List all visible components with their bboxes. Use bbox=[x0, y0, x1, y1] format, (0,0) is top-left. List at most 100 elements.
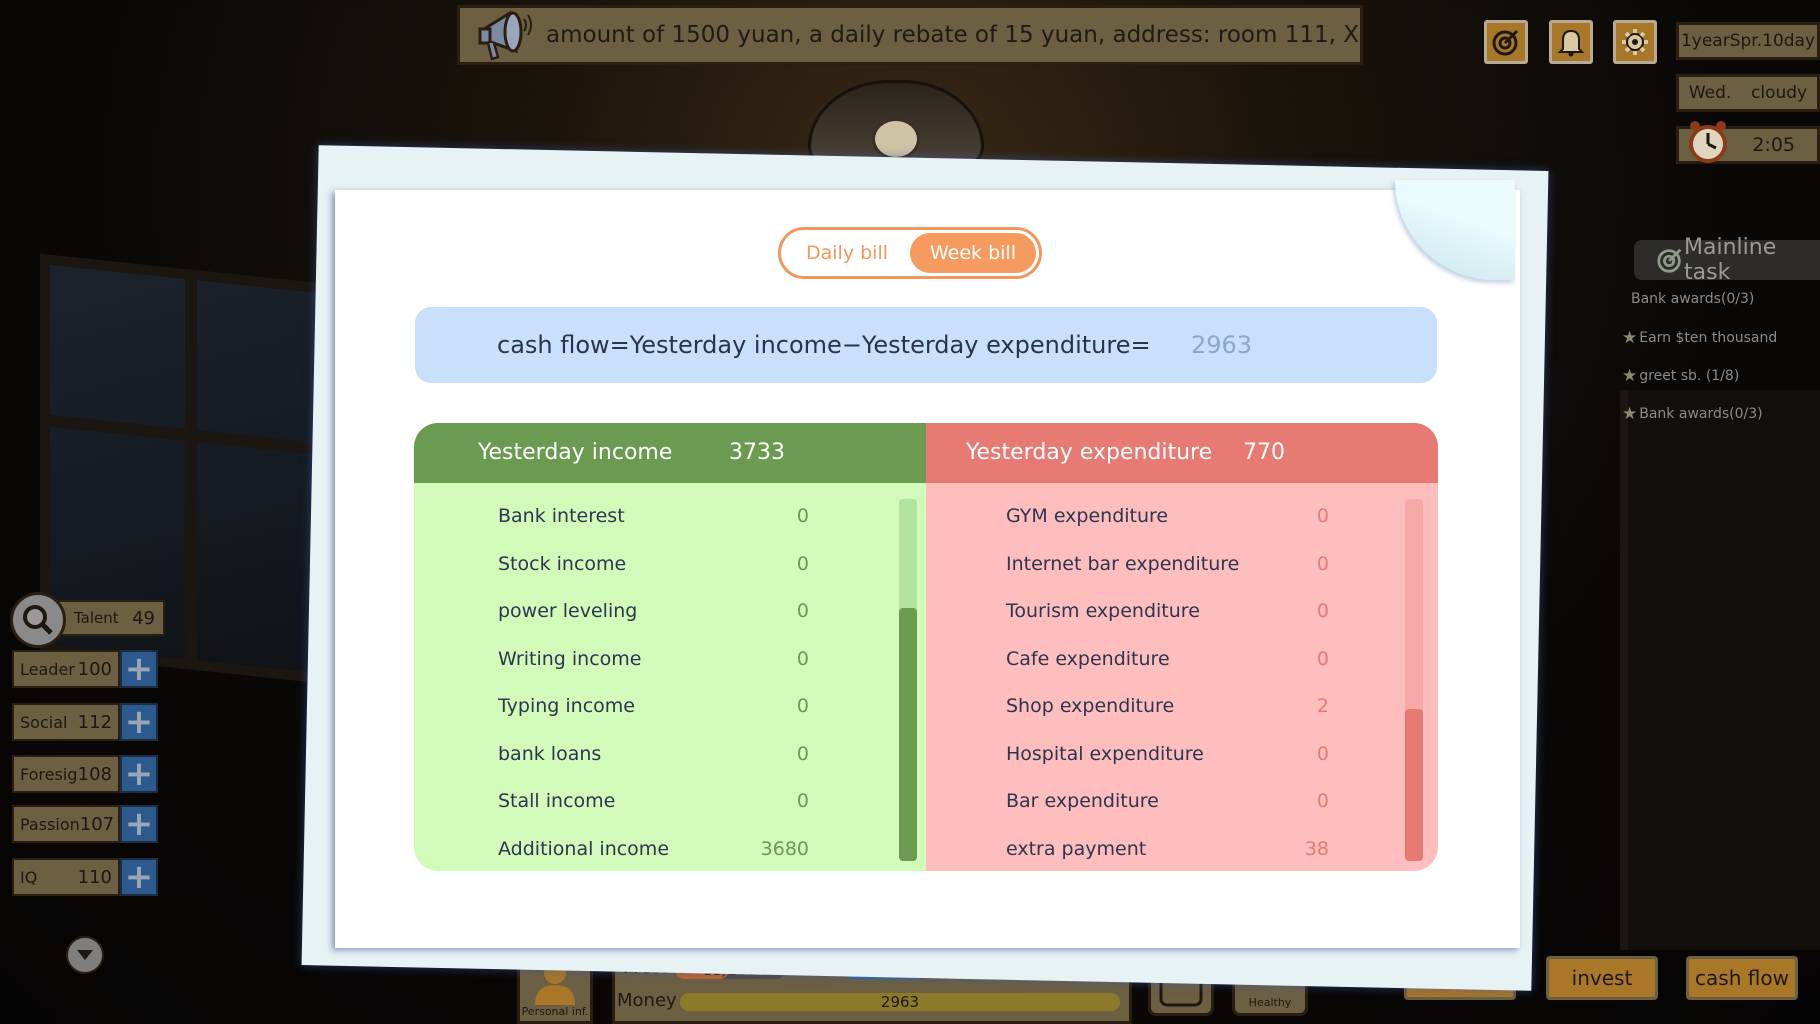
mainline-task-header[interactable]: Mainline task bbox=[1634, 235, 1820, 285]
tab-week-bill[interactable]: Week bill bbox=[910, 233, 1036, 273]
income-row: Additional income 3680 bbox=[414, 826, 926, 872]
row-label: Stall income bbox=[498, 790, 616, 812]
cash-flow-formula: cash flow=Yesterday income−Yesterday exp… bbox=[497, 331, 1151, 359]
expenditure-row: GYM expenditure 0 bbox=[926, 493, 1438, 540]
megaphone-icon bbox=[478, 10, 532, 61]
bill-period-toggle[interactable]: Daily bill Week bill bbox=[778, 227, 1042, 279]
star-icon: ★ bbox=[1622, 366, 1638, 386]
task-text: greet sb. (1/8) bbox=[1639, 368, 1740, 384]
income-scrollbar[interactable] bbox=[899, 499, 917, 861]
income-row: Stock income 0 bbox=[414, 541, 926, 588]
expenditure-row: Tourism expenditure 0 bbox=[926, 588, 1438, 635]
row-value: 0 bbox=[1316, 742, 1329, 765]
plus-icon: + bbox=[124, 649, 154, 689]
row-value: 0 bbox=[1316, 647, 1329, 670]
stat-iq: IQ 110 bbox=[12, 858, 120, 896]
plus-icon: + bbox=[124, 754, 154, 794]
add-foresight-button[interactable]: + bbox=[120, 755, 158, 793]
weather-display: Wed. cloudy bbox=[1676, 74, 1820, 112]
row-label: Bar expenditure bbox=[1006, 790, 1159, 812]
stat-label: IQ bbox=[20, 867, 38, 887]
expand-down-button[interactable] bbox=[66, 936, 104, 974]
bill-tables: Yesterday income 3733 Bank interest 0 Stoc… bbox=[414, 423, 1438, 871]
row-value: 0 bbox=[796, 695, 809, 717]
expenditure-total: 770 bbox=[1243, 440, 1285, 465]
row-label: Cafe expenditure bbox=[1006, 647, 1170, 670]
row-value: 0 bbox=[796, 505, 809, 527]
date-text: 1yearSpr.10day bbox=[1680, 31, 1816, 51]
stat-label: Foresig bbox=[20, 764, 78, 784]
time-text: 2:05 bbox=[1752, 134, 1795, 156]
row-label: extra payment bbox=[1006, 837, 1147, 860]
row-label: Tourism expenditure bbox=[1006, 600, 1200, 622]
expenditure-header: Yesterday expenditure 770 bbox=[926, 423, 1438, 483]
announcement-banner: amount of 1500 yuan, a daily rebate of 1… bbox=[457, 5, 1363, 65]
expenditure-row: Internet bar expenditure 0 bbox=[926, 541, 1438, 588]
task-text: Earn $ten thousand bbox=[1639, 330, 1778, 346]
income-scrollbar-thumb[interactable] bbox=[899, 607, 917, 861]
money-bar: 2963 bbox=[680, 993, 1120, 1011]
stat-value: 112 bbox=[77, 711, 112, 733]
cash-flow-button[interactable]: cash flow bbox=[1686, 956, 1798, 1000]
mainline-task-title: Mainline task bbox=[1684, 235, 1777, 285]
settings-button[interactable] bbox=[1613, 20, 1657, 64]
money-value: 2963 bbox=[880, 993, 920, 1011]
row-value: 38 bbox=[1304, 837, 1329, 860]
date-display: 1yearSpr.10day bbox=[1676, 22, 1820, 60]
income-title: Yesterday income bbox=[478, 440, 673, 465]
task-item[interactable]: ★ Earn $ten thousand bbox=[1622, 328, 1777, 348]
invest-label: invest bbox=[1571, 966, 1633, 990]
stat-label: Passion bbox=[20, 814, 80, 834]
row-label: bank loans bbox=[498, 742, 602, 765]
money-label: Money bbox=[617, 990, 677, 1011]
cash-flow-summary: cash flow=Yesterday income−Yesterday exp… bbox=[415, 307, 1437, 383]
chevron-down-icon bbox=[77, 950, 93, 960]
add-iq-button[interactable]: + bbox=[120, 858, 158, 896]
stat-passion: Passion 107 bbox=[12, 805, 120, 843]
talent-button[interactable] bbox=[10, 592, 66, 648]
notification-button[interactable] bbox=[1549, 20, 1593, 64]
weekday-text: Wed. bbox=[1688, 83, 1732, 103]
weather-text: cloudy bbox=[1751, 83, 1808, 103]
star-icon: ★ bbox=[1622, 404, 1638, 424]
announcement-text: amount of 1500 yuan, a daily rebate of 1… bbox=[546, 22, 1363, 48]
target-button[interactable] bbox=[1484, 20, 1528, 64]
income-row: Writing income 0 bbox=[414, 636, 926, 683]
stat-value: 107 bbox=[79, 813, 115, 835]
task-item[interactable]: ★ Bank awards(0/3) bbox=[1622, 404, 1763, 424]
stat-value: 100 bbox=[77, 658, 112, 680]
expenditure-scrollbar[interactable] bbox=[1405, 499, 1423, 861]
row-value: 0 bbox=[1316, 505, 1329, 527]
target-icon bbox=[1657, 248, 1682, 273]
row-label: Internet bar expenditure bbox=[1006, 552, 1240, 575]
row-label: Typing income bbox=[498, 695, 635, 717]
cash-flow-label: cash flow bbox=[1695, 966, 1789, 990]
task-item[interactable]: ★ greet sb. (1/8) bbox=[1622, 366, 1739, 386]
add-passion-button[interactable]: + bbox=[120, 805, 158, 843]
invest-button[interactable]: invest bbox=[1546, 956, 1658, 1000]
task-item[interactable]: Bank awards(0/3) bbox=[1631, 291, 1754, 307]
plus-icon: + bbox=[124, 857, 154, 897]
stat-value: 110 bbox=[77, 866, 112, 888]
row-label: GYM expenditure bbox=[1006, 505, 1169, 527]
add-leader-button[interactable]: + bbox=[120, 650, 158, 688]
row-label: power leveling bbox=[498, 600, 638, 622]
row-label: Stock income bbox=[498, 552, 627, 575]
cash-flow-value: 2963 bbox=[1191, 331, 1253, 359]
expenditure-row: Shop expenditure 2 bbox=[926, 683, 1438, 730]
task-text: Bank awards(0/3) bbox=[1631, 291, 1755, 307]
expenditure-scrollbar-thumb[interactable] bbox=[1405, 708, 1423, 861]
row-value: 0 bbox=[796, 647, 809, 670]
row-value: 0 bbox=[796, 742, 809, 765]
magnifier-icon bbox=[23, 605, 53, 635]
tab-daily-bill[interactable]: Daily bill bbox=[784, 233, 910, 273]
expenditure-table: Yesterday expenditure 770 GYM expenditur… bbox=[926, 423, 1438, 871]
income-total: 3733 bbox=[729, 440, 785, 465]
expenditure-row: extra payment 38 bbox=[926, 826, 1438, 872]
income-header: Yesterday income 3733 bbox=[414, 423, 926, 483]
task-text: Bank awards(0/3) bbox=[1639, 406, 1763, 422]
add-social-button[interactable]: + bbox=[120, 703, 158, 741]
row-label: Bank interest bbox=[498, 505, 625, 527]
stat-label: Social bbox=[20, 712, 68, 732]
talent-bar: Talent 49 bbox=[50, 600, 165, 636]
